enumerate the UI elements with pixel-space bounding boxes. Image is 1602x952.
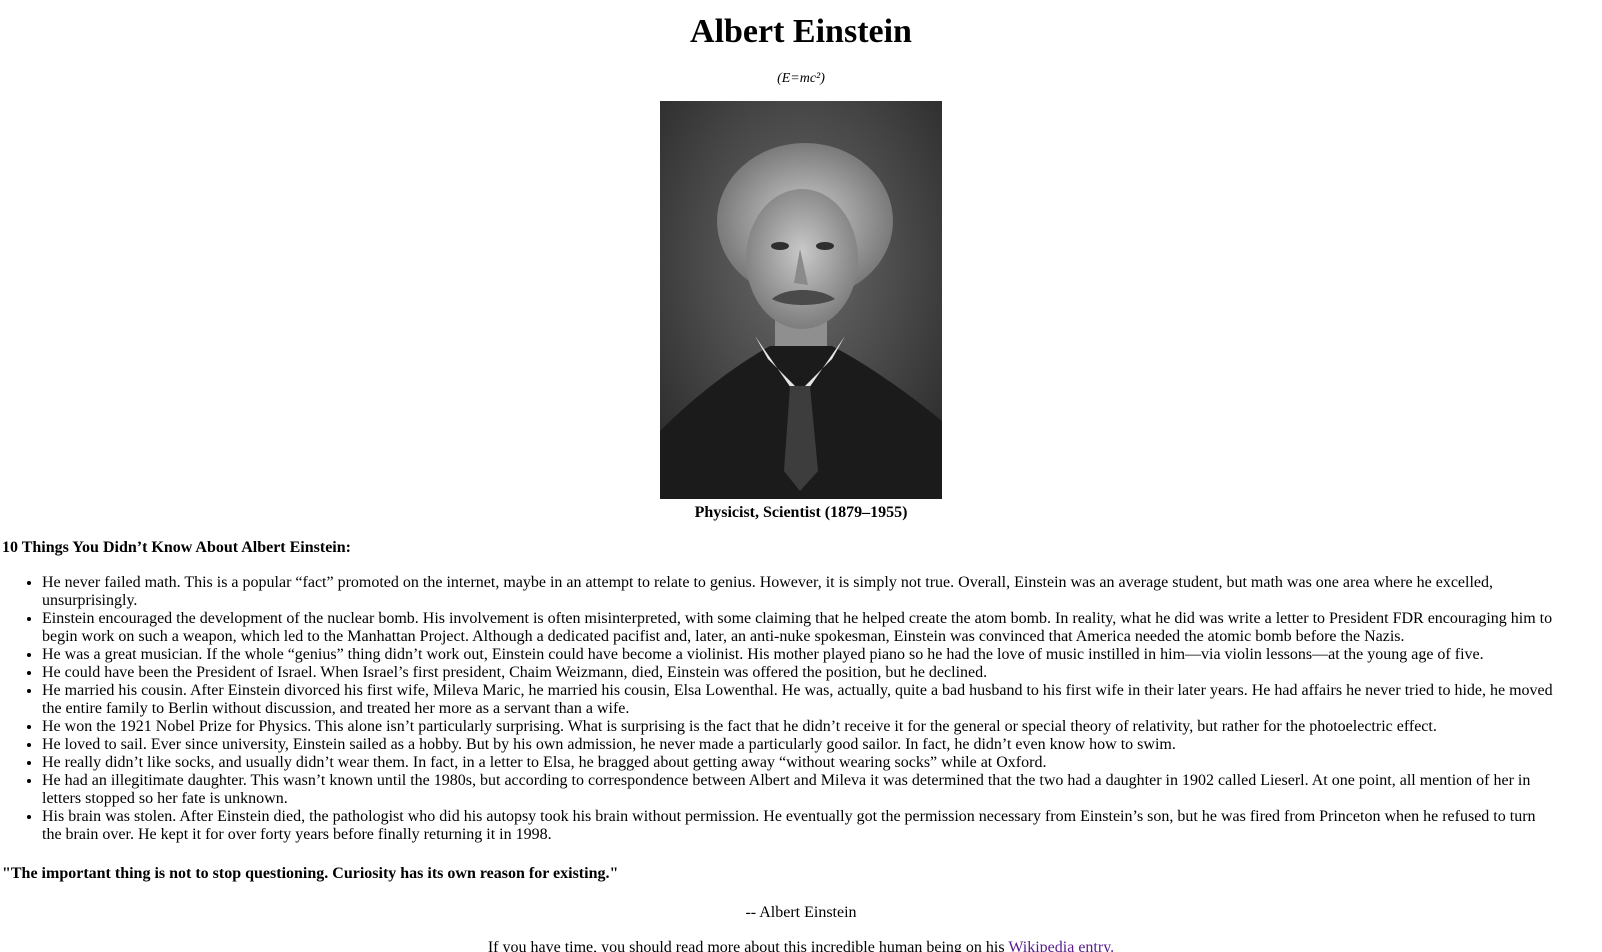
portrait-figure: Physicist, Scientist (1879–1955) <box>660 101 942 522</box>
list-item: He had an illegitimate daughter. This wa… <box>42 772 1558 808</box>
facts-heading: 10 Things You Didn’t Know About Albert E… <box>2 539 351 556</box>
list-item: He never failed math. This is a popular … <box>42 574 1558 610</box>
list-item: He was a great musician. If the whole “g… <box>42 646 1558 664</box>
list-item: He won the 1921 Nobel Prize for Physics.… <box>42 718 1558 736</box>
read-more-text: If you have time, you should read more a… <box>487 939 1009 952</box>
list-item: He loved to sail. Ever since university,… <box>42 736 1558 754</box>
portrait-caption: Physicist, Scientist (1879–1955) <box>694 504 908 521</box>
wikipedia-link[interactable]: Wikipedia entry. <box>1008 939 1114 952</box>
list-item: He really didn’t like socks, and usually… <box>42 754 1558 772</box>
list-item: He could have been the President of Isra… <box>42 664 1558 682</box>
portrait-image <box>660 101 942 499</box>
list-item: He married his cousin. After Einstein di… <box>42 682 1558 718</box>
list-item: His brain was stolen. After Einstein die… <box>42 808 1558 844</box>
quote-text: "The important thing is not to stop ques… <box>2 865 619 882</box>
facts-list: He never failed math. This is a popular … <box>0 574 1558 844</box>
read-more-paragraph: If you have time, you should read more a… <box>0 939 1602 952</box>
page-subtitle: (E=mc²) <box>777 71 825 86</box>
page-title: Albert Einstein <box>690 13 912 50</box>
list-item: Einstein encouraged the development of t… <box>42 610 1558 646</box>
tribute-page: Albert Einstein (E=mc²) Physicist, Scien… <box>0 0 1602 952</box>
quote-attribution: -- Albert Einstein <box>745 904 857 921</box>
